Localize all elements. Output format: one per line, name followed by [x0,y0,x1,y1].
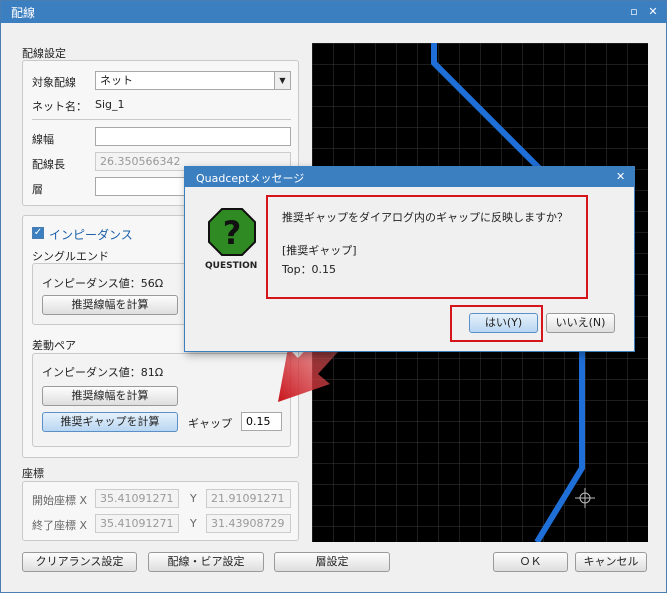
via-settings-button[interactable]: 配線・ビア設定 [148,552,264,572]
diff-calc-gap-button[interactable]: 推奨ギャップを計算 [42,412,178,432]
no-button[interactable]: いいえ(N) [546,313,615,333]
dialog-close-icon[interactable]: ✕ [616,170,625,183]
single-end-label: シングルエンド [32,250,109,263]
message-line-2: [推奨ギャップ] [282,244,357,257]
end-y-label: Y [190,517,197,530]
end-coord-label: 終了座標 X [32,519,88,532]
impedance-checkbox[interactable]: ✓ [32,227,44,239]
start-y-label: Y [190,492,197,505]
target-label: 対象配線 [32,76,76,89]
message-dialog: Quadceptメッセージ ✕ ? QUESTION 推奨ギャップをダイアログ内… [184,166,635,352]
single-impedance-value: インピーダンス値：56Ω [42,277,164,290]
question-icon: ? [208,208,256,256]
close-icon[interactable]: ✕ [646,5,660,19]
layer-label: 層 [32,183,43,196]
net-name-value: Sig_1 [95,98,125,111]
yes-button[interactable]: はい(Y) [469,313,538,333]
coordinates-label: 座標 [22,467,44,480]
restore-icon[interactable]: ▫ [627,5,641,19]
dialog-title-bar: Quadceptメッセージ ✕ [185,167,634,187]
dialog-title: Quadceptメッセージ [196,172,305,185]
start-x-field: 35.41091271 [95,489,179,508]
clearance-settings-button[interactable]: クリアランス設定 [22,552,137,572]
message-line-1: 推奨ギャップをダイアログ内のギャップに反映しますか？ [282,211,568,224]
question-label: QUESTION [205,261,258,271]
cancel-button[interactable]: キャンセル [575,552,647,572]
net-name-label: ネット名： [32,100,87,113]
single-calc-width-button[interactable]: 推奨線幅を計算 [42,295,178,315]
message-line-3: Top：0.15 [282,263,337,276]
diff-pair-label: 差動ペア [32,339,76,352]
width-input[interactable] [95,127,291,146]
ok-button[interactable]: ＯＫ [493,552,568,572]
length-label: 配線長 [32,158,65,171]
end-x-field: 35.41091271 [95,514,179,533]
divider [32,119,291,120]
window-title: 配線 [11,6,36,20]
routing-settings-label: 配線設定 [22,47,66,60]
gap-label: ギャップ [188,417,232,430]
target-value: ネット [100,74,133,87]
diff-impedance-value: インピーダンス値：81Ω [42,366,164,379]
chevron-down-icon[interactable]: ▼ [274,72,290,89]
width-label: 線幅 [32,133,54,146]
question-glyph: ? [223,214,242,252]
target-select[interactable]: ネット ▼ [95,71,291,90]
start-y-field: 21.91091271 [206,489,291,508]
gap-input[interactable]: 0.15 [241,412,282,431]
impedance-label[interactable]: インピーダンス [49,226,133,243]
title-bar: 配線 ▫ ✕ [1,1,666,23]
layer-settings-button[interactable]: 層設定 [274,552,390,572]
diff-calc-width-button[interactable]: 推奨線幅を計算 [42,386,178,406]
start-coord-label: 開始座標 X [32,494,88,507]
end-y-field: 31.43908729 [206,514,291,533]
